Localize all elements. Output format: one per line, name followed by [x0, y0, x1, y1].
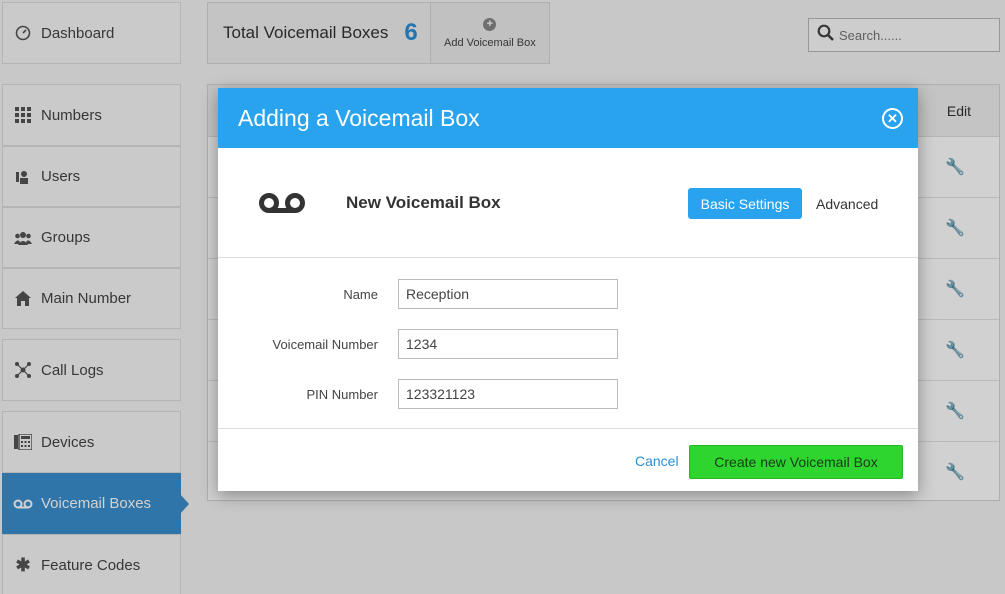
- name-label: Name: [343, 287, 378, 302]
- name-field[interactable]: [398, 279, 618, 309]
- pin-number-row: PIN Number: [218, 379, 918, 409]
- pin-number-field[interactable]: [398, 379, 618, 409]
- voicemail-number-label: Voicemail Number: [272, 337, 379, 352]
- modal-footer: Cancel Create new Voicemail Box: [218, 429, 918, 491]
- modal-subheader: New Voicemail Box Basic Settings Advance…: [218, 148, 918, 258]
- voicemail-number-row: Voicemail Number: [218, 329, 918, 359]
- tab-basic-settings[interactable]: Basic Settings: [688, 188, 802, 219]
- close-icon[interactable]: ✕: [882, 108, 903, 129]
- voicemail-number-field[interactable]: [398, 329, 618, 359]
- modal-subtitle: New Voicemail Box: [346, 193, 501, 212]
- voicemail-form: Name Voicemail Number PIN Number: [218, 258, 918, 429]
- create-voicemail-box-button[interactable]: Create new Voicemail Box: [689, 445, 903, 479]
- cancel-button[interactable]: Cancel: [635, 453, 679, 469]
- modal-title: Adding a Voicemail Box: [238, 104, 480, 131]
- add-voicemail-modal: Adding a Voicemail Box ✕ New Voicemail B…: [218, 88, 918, 491]
- voicemail-icon: [258, 192, 306, 219]
- name-row: Name: [218, 279, 918, 309]
- pin-number-label: PIN Number: [306, 387, 378, 402]
- tab-advanced[interactable]: Advanced: [816, 196, 878, 212]
- modal-header: Adding a Voicemail Box ✕: [218, 88, 918, 148]
